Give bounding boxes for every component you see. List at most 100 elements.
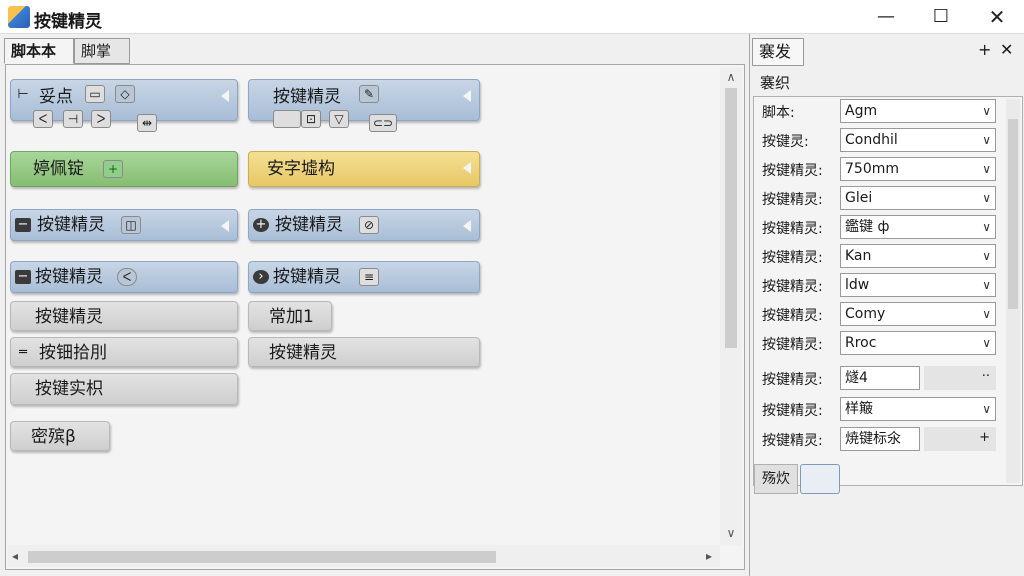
chevron-down-icon: ∨ — [982, 336, 991, 350]
add-icon[interactable]: + — [924, 427, 996, 451]
chevron-down-icon: ∨ — [982, 249, 991, 263]
block-label: 按键精灵 — [35, 307, 103, 327]
script-block[interactable]: 按键精灵 — [10, 301, 238, 331]
back-icon[interactable]: ᐸ — [117, 268, 137, 286]
scroll-up-icon[interactable]: ∧ — [720, 70, 742, 84]
block-label: 婷佩锭 — [33, 159, 84, 179]
expand-block-icon[interactable]: + — [253, 218, 269, 232]
block-label: 按钿拾刖 — [39, 343, 107, 363]
settings-icon[interactable]: ◇ — [115, 85, 135, 103]
property-input[interactable]: 燧4 — [840, 366, 920, 390]
script-block[interactable]: 安字墟构 — [248, 151, 480, 187]
script-block[interactable]: + 按键精灵 ⊘ — [248, 209, 480, 241]
close-button[interactable]: ✕ — [977, 4, 1017, 30]
property-select[interactable]: Kan ∨ — [840, 244, 996, 268]
property-row: 按键精灵: Comy ∨ — [754, 300, 1002, 329]
add-icon[interactable]: + — [103, 160, 123, 178]
script-canvas[interactable]: ⊢ 妥点 ▭ ◇ ᐸ ⊣ ᐳ ⇹ 按键精灵 ✎ ⊡ ▽ ⊂⊃ 婷佩锭 + 安字墟… — [5, 64, 745, 570]
horizontal-scrollbar[interactable]: ◂ ▸ — [8, 545, 720, 567]
block-label: 按键精灵 — [269, 343, 337, 363]
nav-right-icon[interactable]: ᐳ — [91, 110, 111, 128]
chevron-down-icon: ∨ — [982, 307, 991, 321]
panel-tab[interactable]: 褰发 — [752, 38, 804, 66]
menu-icon[interactable]: ≡ — [359, 268, 379, 286]
flag-icon: ⊢ — [17, 87, 29, 102]
bottom-label: 殇炊 — [754, 464, 798, 494]
block-label: 按键实枳 — [35, 379, 103, 399]
chevron-down-icon: ∨ — [982, 162, 991, 176]
block-label: 按键精灵 — [37, 215, 105, 235]
edit-icon[interactable]: ✎ — [359, 85, 379, 103]
slot-icon[interactable] — [273, 110, 301, 128]
chip-icon[interactable]: ▭ — [85, 85, 105, 103]
nav-mid-icon[interactable]: ⊣ — [63, 110, 83, 128]
scroll-left-icon[interactable]: ◂ — [4, 549, 26, 563]
maximize-button[interactable]: ☐ — [921, 4, 961, 30]
scroll-down-icon[interactable]: ∨ — [720, 526, 742, 540]
property-list: 脚本: Agm ∨ 按键灵: Condhil ∨ 按键精灵: 750mm ∨ 按键精灵… — [753, 96, 1023, 486]
script-block[interactable]: ⊢ 妥点 ▭ ◇ ᐸ ⊣ ᐳ ⇹ — [10, 79, 238, 132]
more-icon[interactable]: ·· — [924, 366, 996, 390]
property-row: 按键灵: Condhil ∨ — [754, 126, 1002, 155]
property-select[interactable]: 鑑键 ф ∨ — [840, 215, 996, 239]
block-label: 按键精灵 — [273, 87, 341, 107]
property-select[interactable]: 750mm ∨ — [840, 157, 996, 181]
property-select[interactable]: Comy ∨ — [840, 302, 996, 326]
tab-other[interactable]: 脚掌 — [74, 38, 130, 64]
script-block[interactable]: › 按键精灵 ≡ — [248, 261, 480, 293]
scroll-thumb[interactable] — [725, 88, 737, 348]
script-block[interactable]: 婷佩锭 + — [10, 151, 238, 187]
property-row: 按键精灵: Rroc ∨ — [754, 329, 1002, 358]
scroll-right-icon[interactable]: ▸ — [698, 549, 720, 563]
chevron-down-icon: ∨ — [982, 104, 991, 118]
property-label: 按键精灵: — [762, 221, 823, 237]
nav-left-icon[interactable]: ᐸ — [33, 110, 53, 128]
property-label: 按键精灵: — [762, 372, 823, 388]
window-title: 按键精灵 — [34, 12, 102, 32]
color-swatch-button[interactable] — [800, 464, 840, 494]
script-block[interactable]: 常加1 — [248, 301, 332, 331]
script-block[interactable]: 按键精灵 ✎ ⊡ ▽ ⊂⊃ — [248, 79, 480, 132]
block-label: 密殡β — [31, 427, 76, 447]
script-block[interactable]: 密殡β — [10, 421, 110, 451]
property-row: 按键精灵: Kan ∨ — [754, 242, 1002, 271]
panel-scrollbar[interactable] — [1006, 99, 1020, 483]
expand-icon[interactable]: ⇹ — [137, 114, 157, 132]
attach-icon[interactable]: ⊡ — [301, 110, 321, 128]
property-select[interactable]: Agm ∨ — [840, 99, 996, 123]
options-icon[interactable]: ◫ — [121, 216, 141, 234]
scroll-thumb[interactable] — [28, 551, 496, 563]
collapse-icon[interactable]: − — [15, 270, 31, 284]
property-select[interactable]: Rroc ∨ — [840, 331, 996, 355]
app-icon — [8, 6, 30, 28]
property-select[interactable]: 样簸 ∨ — [840, 397, 996, 421]
property-label: 按键精灵: — [762, 250, 823, 266]
script-block[interactable]: − 按键精灵 ◫ — [10, 209, 238, 241]
section-title: 褰织 — [760, 74, 791, 92]
chevron-down-icon: ∨ — [982, 133, 991, 147]
add-icon[interactable]: + — [978, 40, 991, 59]
block-label: 安字墟构 — [267, 159, 335, 179]
collapse-icon[interactable]: − — [15, 218, 31, 232]
property-select[interactable]: Condhil ∨ — [840, 128, 996, 152]
dropdown-icon[interactable]: ▽ — [329, 110, 349, 128]
property-label: 按键精灵: — [762, 163, 823, 179]
property-input[interactable]: 焼键标氽 — [840, 427, 920, 451]
property-label: 按键灵: — [762, 134, 809, 150]
property-row: 按键精灵: ldw ∨ — [754, 271, 1002, 300]
minimize-button[interactable]: — — [866, 4, 906, 30]
vertical-scrollbar[interactable]: ∧ ∨ — [720, 68, 742, 546]
script-block[interactable]: 按键精灵 — [248, 337, 480, 367]
property-label: 按键精灵: — [762, 192, 823, 208]
property-select[interactable]: Glei ∨ — [840, 186, 996, 210]
play-icon[interactable]: › — [253, 270, 269, 284]
tab-script[interactable]: 脚本本 — [4, 38, 74, 64]
scroll-thumb[interactable] — [1008, 119, 1018, 309]
link-icon[interactable]: ⊂⊃ — [369, 114, 398, 132]
edit-icon[interactable]: ⊘ — [359, 216, 379, 234]
script-block[interactable]: − 按键精灵 ᐸ — [10, 261, 238, 293]
script-block[interactable]: 按键实枳 — [10, 373, 238, 405]
property-select[interactable]: ldw ∨ — [840, 273, 996, 297]
script-block[interactable]: ═ 按钿拾刖 — [10, 337, 238, 367]
close-panel-icon[interactable]: ✕ — [1000, 40, 1013, 59]
